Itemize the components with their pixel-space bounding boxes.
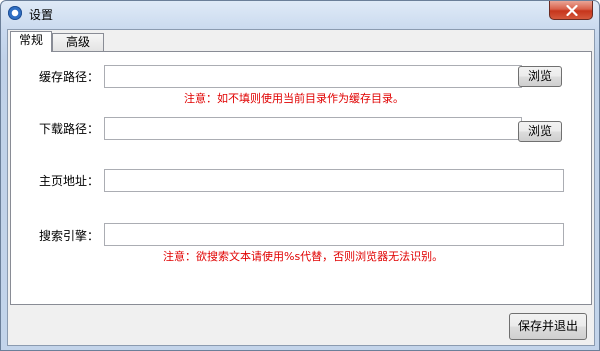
close-icon: [566, 5, 578, 16]
close-button[interactable]: [549, 1, 593, 20]
client-area: 常规 高级 缓存路径： 浏览 注意：如不填则使用当前目录作为缓存目录。 下载路径…: [7, 29, 595, 346]
title-bar: 设置: [1, 1, 599, 27]
cache-browse-button[interactable]: 浏览: [518, 66, 562, 87]
tab-general[interactable]: 常规: [10, 31, 52, 52]
general-tab-panel: 缓存路径： 浏览 注意：如不填则使用当前目录作为缓存目录。 下载路径： 浏览 主…: [10, 51, 592, 305]
app-icon: [8, 6, 22, 20]
download-browse-button[interactable]: 浏览: [518, 121, 562, 142]
search-engine-note: 注意：欲搜索文本请使用%s代替，否则浏览器无法识别。: [163, 250, 444, 263]
homepage-input[interactable]: [104, 169, 564, 192]
homepage-label: 主页地址：: [38, 174, 99, 188]
cache-path-note: 注意：如不填则使用当前目录作为缓存目录。: [184, 92, 404, 105]
download-path-input[interactable]: [104, 117, 522, 140]
tab-advanced[interactable]: 高级: [52, 33, 104, 51]
cache-path-input[interactable]: [104, 65, 522, 88]
cache-path-label: 缓存路径：: [38, 70, 99, 84]
window-title: 设置: [29, 8, 54, 22]
search-engine-label: 搜索引擎：: [38, 229, 99, 243]
save-and-exit-button[interactable]: 保存并退出: [509, 313, 587, 340]
download-path-label: 下载路径：: [38, 122, 99, 136]
settings-window: 设置 常规 高级 缓存路径： 浏览 注意：如不填则使用当前目录作为缓存目录。 下…: [0, 0, 600, 351]
search-engine-input[interactable]: [104, 223, 564, 246]
